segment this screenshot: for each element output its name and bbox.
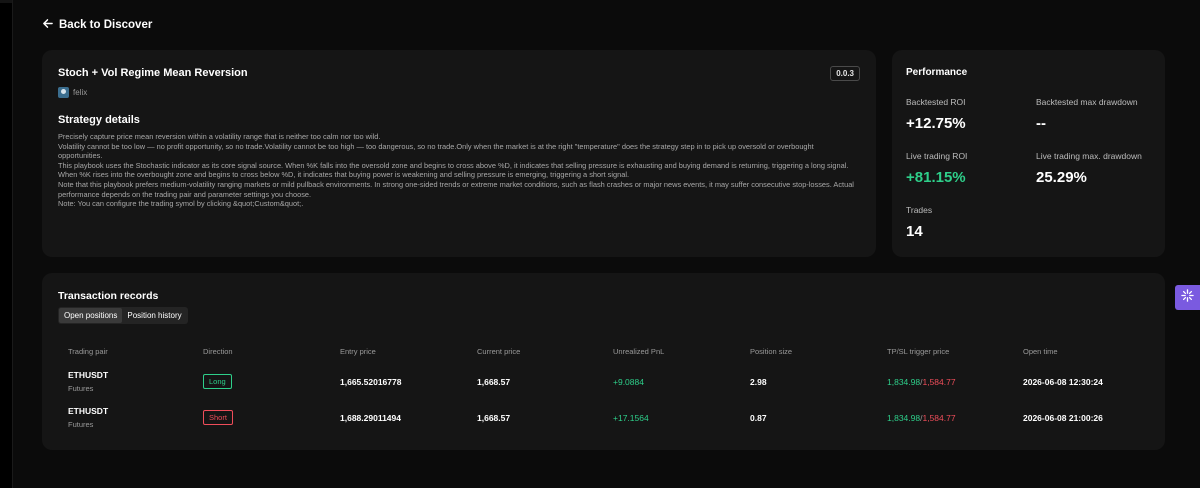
arrow-left-icon [42,18,53,32]
description-paragraph: Note that this playbook prefers medium-v… [58,179,854,199]
tp-sl-price: 1,834.98/1,584.77 [887,377,956,387]
current-price: 1,668.57 [477,413,511,423]
open-time: 2026-06-08 21:00:26 [1023,413,1103,423]
tp-price: 1,834.98 [887,413,921,423]
trades-value: 14 [906,223,923,240]
performance-title: Performance [906,67,968,78]
backtested-drawdown-label: Backtested max drawdown [1036,97,1138,107]
trading-pair: ETHUSDT [68,406,109,416]
live-roi-label: Live trading ROI [906,151,968,161]
market-type: Futures [68,384,94,393]
entry-price: 1,688.29011494 [340,413,401,423]
column-header: Current price [477,347,521,356]
transactions-title: Transaction records [58,290,159,302]
transactions-card: Transaction records Open positions Posit… [42,273,1165,450]
column-header: TP/SL trigger price [887,347,950,356]
market-type: Futures [68,420,94,429]
position-size: 2.98 [750,377,767,387]
strategy-details-heading: Strategy details [58,114,140,126]
strategy-description: Precisely capture price mean reversion w… [58,132,858,209]
unrealized-pnl: +17.1564 [613,413,649,423]
position-size: 0.87 [750,413,767,423]
sparkle-icon [1181,288,1194,307]
sl-price: 1,584.77 [922,413,956,423]
column-header: Position size [750,347,793,356]
current-price: 1,668.57 [477,377,511,387]
live-drawdown-value: 25.29% [1036,169,1087,186]
description-paragraph: This playbook uses the Stochastic indica… [58,160,849,180]
back-label: Back to Discover [59,19,153,31]
performance-card: Performance Backtested ROI +12.75% Backt… [892,50,1165,257]
backtested-roi-value: +12.75% [906,115,966,132]
description-paragraph: Note: You can configure the trading symo… [58,199,304,209]
version-badge: 0.0.3 [830,66,860,81]
description-paragraph: Volatility cannot be too low — no profit… [58,141,814,161]
trades-label: Trades [906,205,933,215]
live-drawdown-label: Live trading max. drawdown [1036,151,1142,161]
back-to-discover-link[interactable]: Back to Discover [42,18,152,32]
author-name: felix [73,88,88,97]
assistant-widget-button[interactable] [1175,285,1200,310]
column-header: Trading pair [68,347,108,356]
tp-sl-price: 1,834.98/1,584.77 [887,413,956,423]
backtested-drawdown-value: -- [1036,115,1046,132]
transaction-tabs: Open positions Position history [58,307,188,324]
avatar [58,87,69,98]
unrealized-pnl: +9.0884 [613,377,644,387]
direction-badge: Long [203,374,232,389]
description-paragraph: Precisely capture price mean reversion w… [58,132,381,141]
backtested-roi-label: Backtested ROI [906,97,966,107]
column-header: Open time [1023,347,1058,356]
entry-price: 1,665.52016778 [340,377,402,387]
tab-open-positions[interactable]: Open positions [59,308,123,323]
strategy-card: Stoch + Vol Regime Mean Reversion 0.0.3 … [42,50,876,257]
tp-price: 1,834.98 [887,377,921,387]
direction-badge: Short [203,410,233,425]
open-time: 2026-06-08 12:30:24 [1023,377,1103,387]
trading-pair: ETHUSDT [68,370,109,380]
column-header: Direction [203,347,233,356]
author[interactable]: felix [58,87,87,98]
tab-position-history[interactable]: Position history [122,308,186,323]
column-header: Unrealized PnL [613,347,665,356]
live-roi-value: +81.15% [906,169,966,186]
strategy-title: Stoch + Vol Regime Mean Reversion [58,67,248,79]
sl-price: 1,584.77 [922,377,956,387]
column-header: Entry price [340,347,376,356]
